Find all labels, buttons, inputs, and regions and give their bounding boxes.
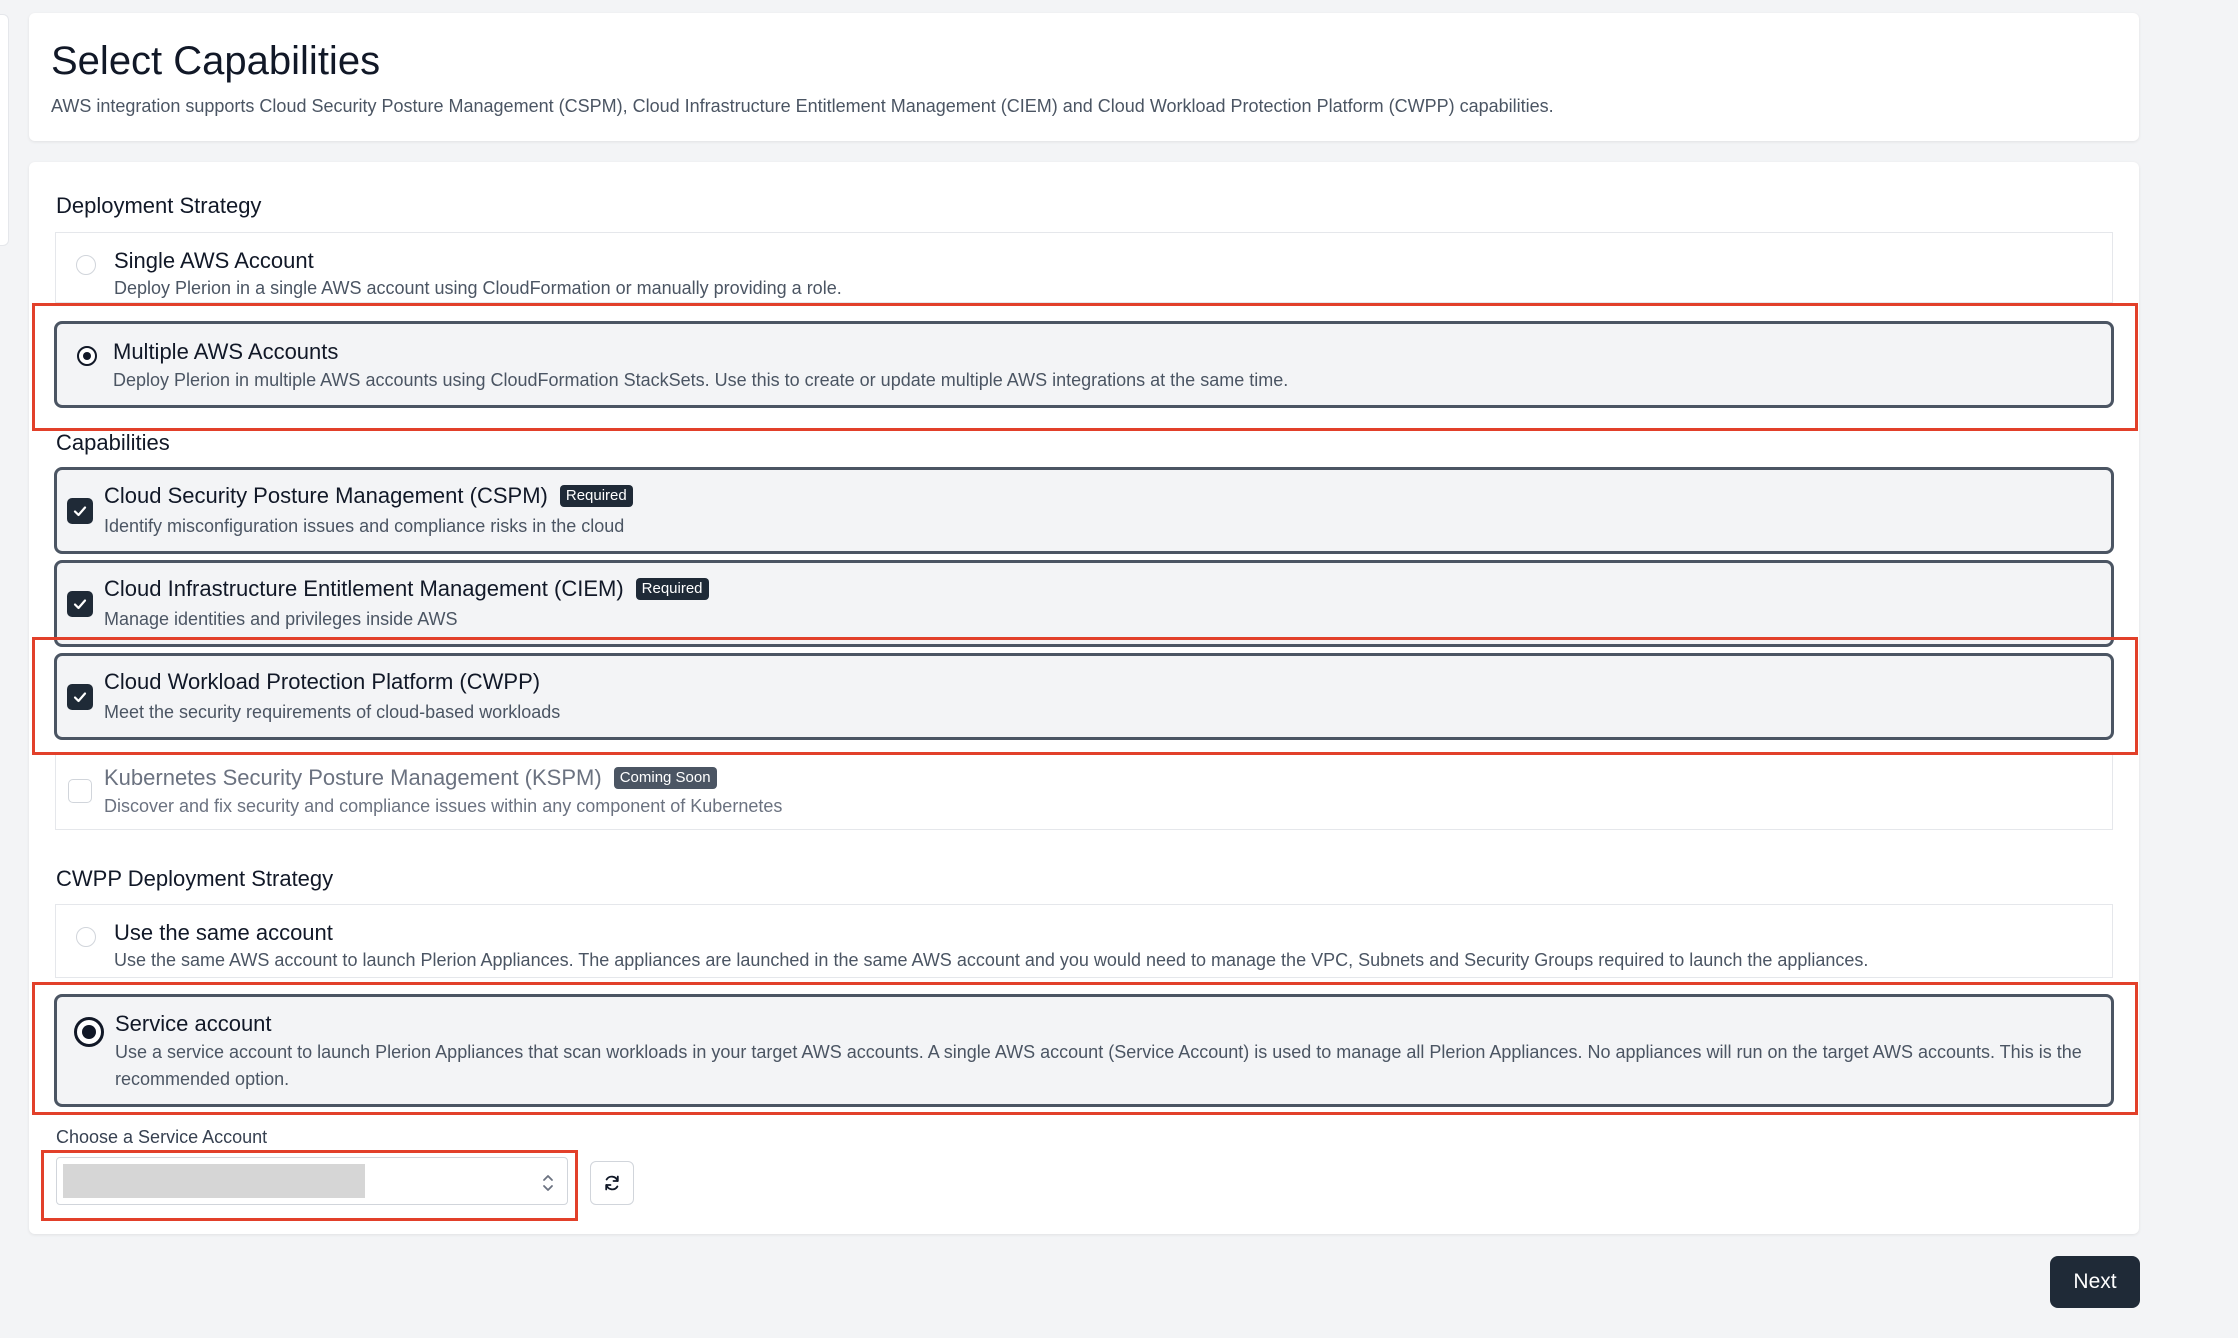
multiple-accounts-radio[interactable] xyxy=(77,346,97,366)
same-account-radio[interactable] xyxy=(76,927,96,947)
option-title: Use the same account xyxy=(114,920,333,945)
option-description: Discover and fix security and compliance… xyxy=(104,796,783,816)
option-title: Cloud Infrastructure Entitlement Managem… xyxy=(104,576,709,602)
option-multiple-aws-accounts[interactable]: Multiple AWS Accounts Deploy Plerion in … xyxy=(54,321,2114,408)
cwpp-checkbox[interactable] xyxy=(67,684,93,710)
capabilities-form: Deployment Strategy Single AWS Account D… xyxy=(29,162,2139,1234)
option-single-aws-account[interactable]: Single AWS Account Deploy Plerion in a s… xyxy=(55,232,2113,303)
capability-name: Kubernetes Security Posture Management (… xyxy=(104,765,602,790)
refresh-icon xyxy=(605,1175,619,1191)
option-same-account[interactable]: Use the same account Use the same AWS ac… xyxy=(55,904,2113,978)
check-icon xyxy=(73,692,87,703)
option-description: Use a service account to launch Plerion … xyxy=(115,1042,2082,1089)
deployment-strategy-heading: Deployment Strategy xyxy=(56,193,262,218)
capability-cwpp[interactable]: Cloud Workload Protection Platform (CWPP… xyxy=(54,653,2114,740)
left-panel-edge xyxy=(0,14,9,246)
check-icon xyxy=(73,506,87,517)
option-description: Identify misconfiguration issues and com… xyxy=(104,516,625,536)
option-title: Service account xyxy=(115,1011,272,1036)
option-title: Single AWS Account xyxy=(114,248,314,273)
capability-name: Cloud Security Posture Management (CSPM) xyxy=(104,483,548,508)
capability-cspm[interactable]: Cloud Security Posture Management (CSPM)… xyxy=(54,467,2114,554)
option-description: Deploy Plerion in a single AWS account u… xyxy=(114,278,842,298)
select-value-redacted xyxy=(63,1164,365,1198)
kspm-checkbox xyxy=(68,779,92,803)
required-badge: Required xyxy=(635,578,709,600)
service-account-label: Choose a Service Account xyxy=(56,1127,268,1147)
required-badge: Required xyxy=(559,485,633,507)
page-title: Select Capabilities xyxy=(51,39,381,83)
chevron-updown-icon xyxy=(543,1175,553,1191)
option-title: Cloud Security Posture Management (CSPM)… xyxy=(104,483,633,509)
page-subtitle: AWS integration supports Cloud Security … xyxy=(51,96,1554,116)
option-description: Manage identities and privileges inside … xyxy=(104,609,458,629)
option-title: Kubernetes Security Posture Management (… xyxy=(104,765,717,791)
cspm-checkbox[interactable] xyxy=(67,498,93,524)
cwpp-strategy-heading: CWPP Deployment Strategy xyxy=(56,866,334,891)
option-description: Meet the security requirements of cloud-… xyxy=(104,702,561,722)
option-title: Cloud Workload Protection Platform (CWPP… xyxy=(104,669,541,694)
service-account-select[interactable] xyxy=(56,1157,568,1205)
service-account-radio[interactable] xyxy=(74,1017,104,1047)
check-icon xyxy=(73,599,87,610)
refresh-button[interactable] xyxy=(590,1161,634,1205)
option-title: Multiple AWS Accounts xyxy=(113,339,339,364)
option-description: Deploy Plerion in multiple AWS accounts … xyxy=(113,370,1289,390)
ciem-checkbox[interactable] xyxy=(67,591,93,617)
capabilities-heading: Capabilities xyxy=(56,430,170,455)
header-card: Select Capabilities AWS integration supp… xyxy=(29,13,2139,141)
capability-ciem[interactable]: Cloud Infrastructure Entitlement Managem… xyxy=(54,560,2114,647)
option-description: Use the same AWS account to launch Pleri… xyxy=(114,950,1869,970)
coming-soon-badge: Coming Soon xyxy=(613,767,717,789)
next-button[interactable]: Next xyxy=(2050,1256,2140,1308)
capability-kspm: Kubernetes Security Posture Management (… xyxy=(55,752,2113,830)
option-service-account[interactable]: Service account Use a service account to… xyxy=(54,994,2114,1107)
capability-name: Cloud Infrastructure Entitlement Managem… xyxy=(104,576,624,601)
single-account-radio[interactable] xyxy=(76,255,96,275)
